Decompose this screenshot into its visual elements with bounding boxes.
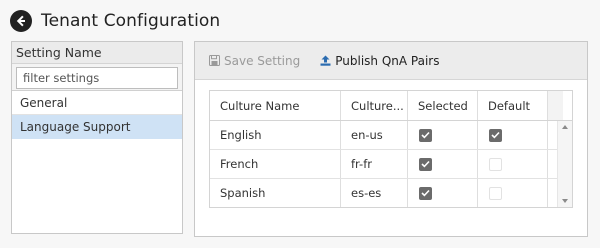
culture-code-cell: en-us [341,121,408,149]
default-cell [478,179,548,207]
culture-grid: Culture Name Culture... Selected Default… [209,90,573,208]
toolbar: Save Setting Publish QnA Pairs [195,42,587,80]
save-setting-label: Save Setting [224,53,301,68]
selected-cell [408,121,478,149]
upload-icon [320,55,331,66]
tenant-configuration-page: Tenant Configuration Setting Name Genera… [0,0,600,248]
filter-wrap [12,64,182,91]
back-arrow-circle-icon[interactable] [10,10,32,32]
column-header-culture-name[interactable]: Culture Name [210,91,341,120]
page-title: Tenant Configuration [41,11,221,31]
settings-item-general[interactable]: General [12,91,182,115]
selected-cell [408,150,478,178]
column-header-culture-code[interactable]: Culture... [341,91,408,120]
culture-name-cell: English [210,121,341,149]
settings-panel: Setting Name General Language Support [11,41,183,234]
save-setting-button[interactable]: Save Setting [209,54,300,68]
culture-name-cell: Spanish [210,179,341,207]
table-row: English en-us [210,121,572,150]
table-row: Spanish es-es [210,179,572,207]
culture-code-cell: fr-fr [341,150,408,178]
header-scroll-spacer [548,91,563,120]
publish-qna-pairs-button[interactable]: Publish QnA Pairs [320,54,439,68]
grid-scrollbar[interactable] [557,121,572,207]
culture-name-cell: French [210,150,341,178]
settings-item-language-support[interactable]: Language Support [12,115,182,139]
page-header: Tenant Configuration [10,9,220,33]
selected-checkbox[interactable] [419,186,432,200]
culture-code-cell: es-es [341,179,408,207]
scroll-down-arrow-icon[interactable] [562,199,568,203]
settings-panel-heading: Setting Name [12,42,182,64]
selected-checkbox[interactable] [419,157,432,171]
default-cell [478,121,548,149]
default-checkbox[interactable] [489,186,502,200]
settings-list: General Language Support [12,91,182,139]
default-checkbox[interactable] [489,128,502,142]
column-header-selected[interactable]: Selected [408,91,478,120]
scroll-up-arrow-icon[interactable] [562,125,568,129]
grid-body: English en-us French fr-fr Spanish es-es [210,121,572,207]
floppy-disk-icon [209,55,220,66]
filter-settings-input[interactable] [16,67,178,89]
default-cell [478,150,548,178]
table-row: French fr-fr [210,150,572,179]
selected-checkbox[interactable] [419,128,432,142]
column-header-default[interactable]: Default [478,91,548,120]
selected-cell [408,179,478,207]
setting-detail-panel: Save Setting Publish QnA Pairs Culture N… [194,41,588,237]
grid-header-row: Culture Name Culture... Selected Default [210,91,572,121]
publish-qna-pairs-label: Publish QnA Pairs [335,53,440,68]
default-checkbox[interactable] [489,157,502,171]
